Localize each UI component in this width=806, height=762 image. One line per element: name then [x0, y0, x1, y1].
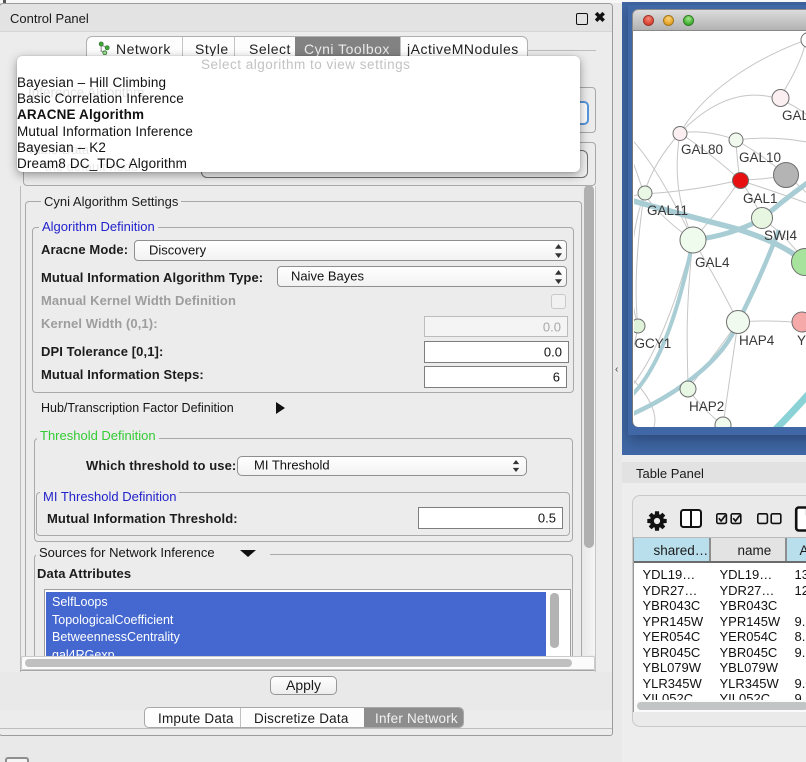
svg-text:YEL0: YEL0 — [797, 333, 806, 348]
svg-text:GAL2: GAL2 — [782, 108, 806, 123]
svg-text:GAL80: GAL80 — [681, 142, 723, 157]
svg-text:GAL4: GAL4 — [695, 255, 730, 270]
svg-text:GCY1: GCY1 — [635, 336, 672, 351]
svg-text:GAL11: GAL11 — [647, 203, 688, 218]
svg-text:HAP4: HAP4 — [739, 333, 775, 348]
svg-text:SWI4: SWI4 — [764, 228, 797, 243]
svg-text:HAP2: HAP2 — [689, 399, 724, 414]
svg-text:GAL1: GAL1 — [743, 191, 778, 206]
svg-text:GAL10: GAL10 — [739, 150, 781, 165]
